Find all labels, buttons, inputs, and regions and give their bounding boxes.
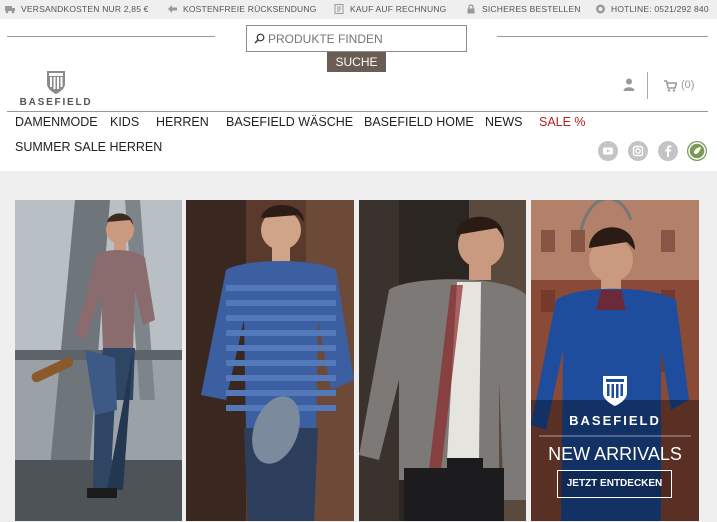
promo-brand-name: BASEFIELD — [569, 413, 661, 428]
nav-item-kids[interactable]: KIDS — [110, 115, 139, 129]
info-hotline-label: HOTLINE: 0521/292 840 — [611, 4, 709, 14]
info-hotline: HOTLINE: 0521/292 840 — [595, 4, 709, 14]
cart-icon[interactable] — [664, 80, 677, 92]
nav-item-basefield-waesche[interactable]: BASEFIELD WÄSCHE — [226, 115, 353, 129]
info-invoice: KAUF AUF RECHNUNG — [334, 4, 446, 14]
product-image-2 — [186, 200, 354, 521]
search-box[interactable] — [246, 25, 467, 52]
shield-logo-icon — [47, 71, 65, 94]
facebook-icon[interactable] — [658, 141, 678, 161]
eco-badge-icon[interactable] — [687, 141, 707, 161]
shop-now-button[interactable]: JETZT ENTDECKEN — [557, 470, 672, 498]
nav-item-sale[interactable]: SALE % — [539, 115, 586, 129]
nav-item-damenmode[interactable]: DAMENMODE — [15, 115, 98, 129]
info-shipping-label: VERSANDKOSTEN NUR 2,85 € — [21, 4, 149, 14]
nav-divider — [7, 111, 708, 112]
product-tile-1[interactable] — [15, 200, 182, 521]
info-shipping: VERSANDKOSTEN NUR 2,85 € — [5, 4, 149, 14]
product-image-3 — [359, 200, 526, 521]
product-image-1 — [15, 200, 182, 521]
instagram-icon[interactable] — [628, 141, 648, 161]
header-separator — [647, 72, 648, 99]
nav-item-summer-sale-herren[interactable]: SUMMER SALE HERREN — [15, 140, 162, 154]
cart-count[interactable]: (0) — [681, 79, 694, 91]
info-returns: KOSTENFREIE RÜCKSENDUNG — [167, 4, 317, 14]
invoice-icon — [334, 4, 344, 14]
return-arrow-icon — [168, 5, 177, 13]
promo-headline: NEW ARRIVALS — [548, 444, 682, 464]
nav-item-basefield-home[interactable]: BASEFIELD HOME — [364, 115, 474, 129]
product-tile-3[interactable] — [359, 200, 526, 521]
promo-tile[interactable]: BASEFIELD NEW ARRIVALS JETZT ENTDECKEN — [531, 200, 699, 521]
info-returns-label: KOSTENFREIE RÜCKSENDUNG — [183, 4, 317, 14]
search-input[interactable] — [268, 31, 458, 46]
header-divider-right — [497, 36, 708, 37]
header-divider-left — [7, 36, 215, 37]
headset-icon — [596, 4, 605, 14]
nav-item-news[interactable]: NEWS — [485, 115, 523, 129]
product-tile-2[interactable] — [186, 200, 354, 521]
brand-name: BASEFIELD — [19, 97, 93, 108]
truck-icon — [5, 6, 15, 14]
lock-icon — [467, 4, 475, 14]
info-bar: VERSANDKOSTEN NUR 2,85 € KOSTENFREIE RÜC… — [0, 0, 717, 19]
search-icon — [254, 33, 265, 44]
search-button[interactable]: SUCHE — [327, 52, 386, 72]
user-icon[interactable] — [623, 78, 635, 91]
info-invoice-label: KAUF AUF RECHNUNG — [350, 4, 447, 14]
info-secure-label: SICHERES BESTELLEN — [482, 4, 581, 14]
brand-logo[interactable]: BASEFIELD — [12, 70, 100, 108]
youtube-icon[interactable] — [598, 141, 618, 161]
info-secure: SICHERES BESTELLEN — [466, 4, 581, 14]
nav-item-herren[interactable]: HERREN — [156, 115, 209, 129]
